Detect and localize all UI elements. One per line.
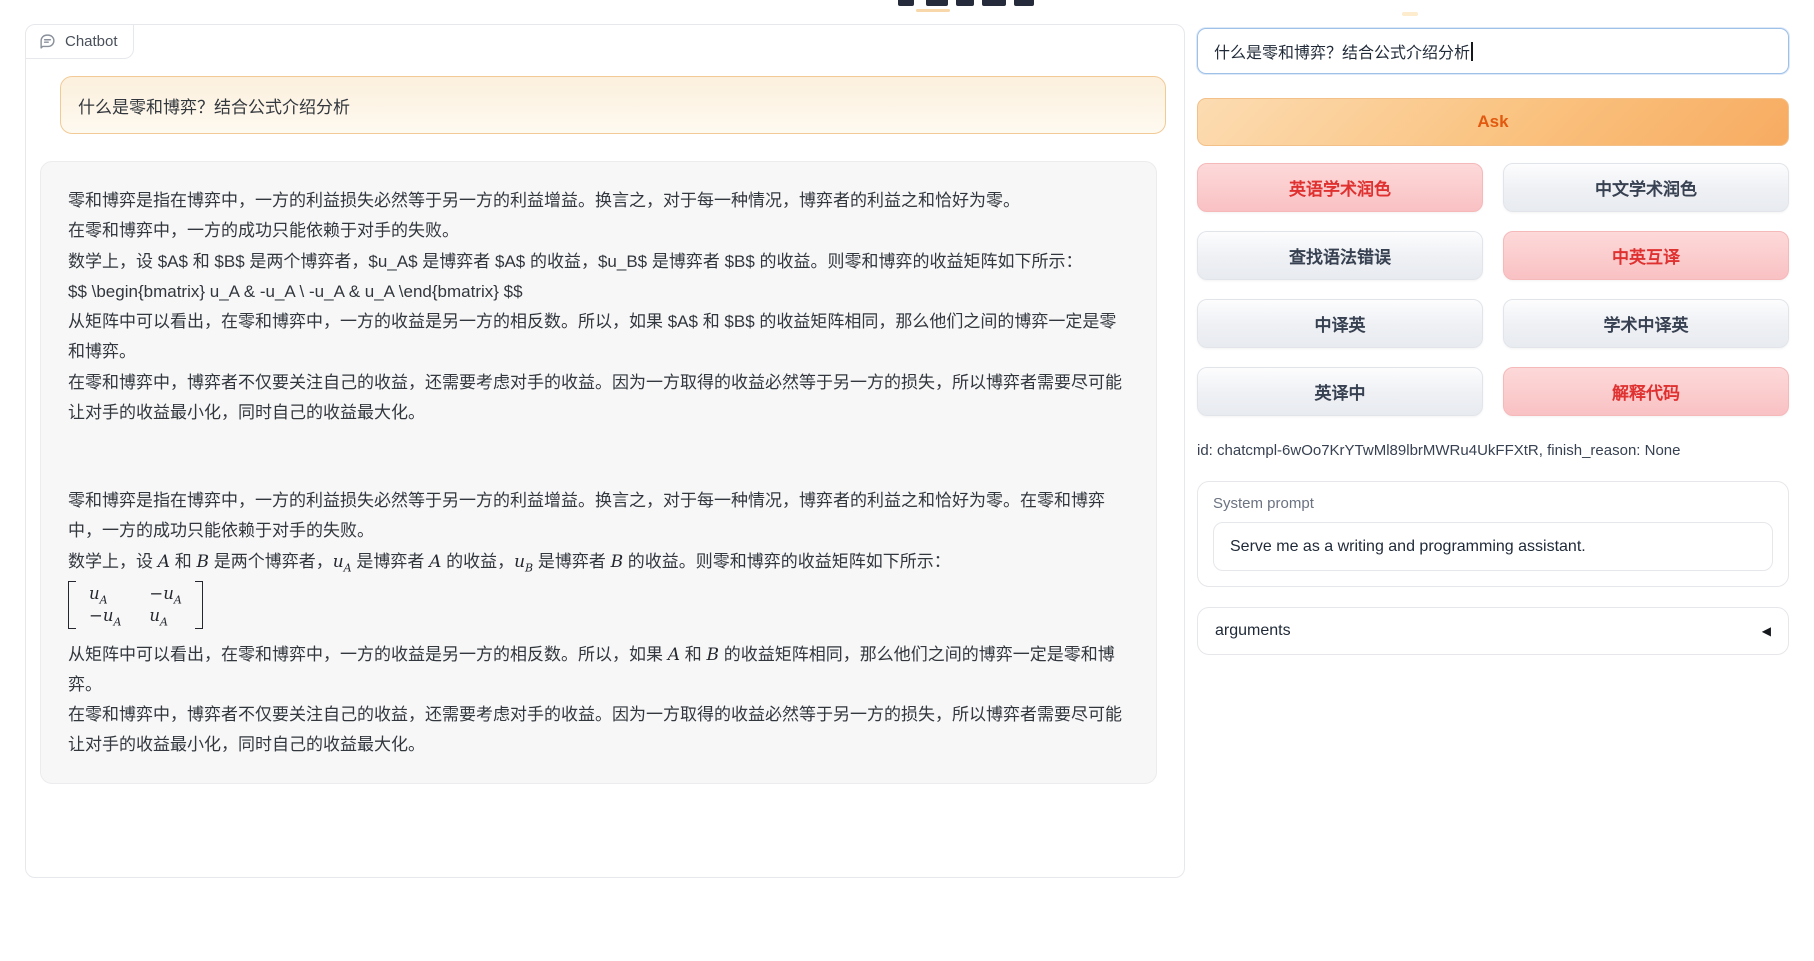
bot-message-bubble: 零和博弈是指在博弈中，一方的利益损失必然等于另一方的利益增益。换言之，对于每一种… bbox=[40, 161, 1157, 784]
completion-id-status: id: chatcmpl-6wOo7KrYTwMl89lbrMWRu4UkFFX… bbox=[1197, 442, 1789, 459]
matrix-cell: uA bbox=[149, 605, 181, 627]
quick-button-chinese-polish[interactable]: 中文学术润色 bbox=[1503, 163, 1789, 212]
title-underline-fragment bbox=[916, 9, 950, 12]
bot-raw-markdown-block: 零和博弈是指在博弈中，一方的利益损失必然等于另一方的利益增益。换言之，对于每一种… bbox=[68, 186, 1129, 428]
control-column: 什么是零和博弈？结合公式介绍分析 Ask 英语学术润色 中文学术润色 查找语法错… bbox=[1197, 28, 1789, 655]
system-prompt-value: Serve me as a writing and programming as… bbox=[1230, 538, 1586, 556]
chatbot-panel-label: Chatbot bbox=[26, 25, 134, 59]
user-message-bubble: 什么是零和博弈？结合公式介绍分析 bbox=[60, 76, 1166, 134]
quick-button-find-grammar-errors[interactable]: 查找语法错误 bbox=[1197, 231, 1483, 280]
quick-button-zh-to-en[interactable]: 中译英 bbox=[1197, 299, 1483, 348]
bot-raw-line: 零和博弈是指在博弈中，一方的利益损失必然等于另一方的利益增益。换言之，对于每一种… bbox=[68, 186, 1129, 216]
bot-rendered-paragraph: 数学上，设 A 和 B 是两个博弈者，uA 是博弈者 A 的收益，uB 是博弈者… bbox=[68, 547, 1129, 577]
question-input[interactable]: 什么是零和博弈？结合公式介绍分析 bbox=[1197, 28, 1789, 74]
ask-button-label: Ask bbox=[1477, 112, 1508, 132]
matrix-cell: −uA bbox=[89, 605, 121, 627]
system-prompt-input[interactable]: Serve me as a writing and programming as… bbox=[1213, 522, 1773, 571]
arguments-accordion[interactable]: arguments ◀ bbox=[1197, 607, 1789, 655]
user-message-text: 什么是零和博弈？结合公式介绍分析 bbox=[78, 93, 350, 118]
bot-rendered-paragraph: 在零和博弈中，博弈者不仅要关注自己的收益，还需要考虑对手的收益。因为一方取得的收… bbox=[68, 700, 1129, 761]
bot-rendered-paragraph: 零和博弈是指在博弈中，一方的利益损失必然等于另一方的利益增益。换言之，对于每一种… bbox=[68, 486, 1129, 547]
clipped-page-title-fragment bbox=[898, 0, 1038, 7]
payoff-matrix: uA−uA−uAuA bbox=[68, 581, 203, 630]
matrix-cell: −uA bbox=[149, 583, 181, 605]
accordion-collapsed-triangle-icon[interactable]: ◀ bbox=[1762, 624, 1771, 638]
chatbot-panel-label-text: Chatbot bbox=[65, 33, 118, 50]
question-input-value: 什么是零和博弈？结合公式介绍分析 bbox=[1214, 39, 1470, 63]
system-prompt-label: System prompt bbox=[1213, 495, 1773, 512]
paragraph-gap bbox=[68, 428, 1129, 486]
chat-bubble-icon bbox=[39, 33, 56, 50]
arguments-accordion-label: arguments bbox=[1215, 622, 1291, 640]
bot-raw-line: 从矩阵中可以看出，在零和博弈中，一方的收益是另一方的相反数。所以，如果 $A$ … bbox=[68, 307, 1129, 368]
bot-raw-line: 在零和博弈中，一方的成功只能依赖于对手的失败。 bbox=[68, 216, 1129, 246]
quick-action-grid: 英语学术润色 中文学术润色 查找语法错误 中英互译 中译英 学术中译英 英译中 … bbox=[1197, 163, 1789, 416]
bot-rendered-math-block: 零和博弈是指在博弈中，一方的利益损失必然等于另一方的利益增益。换言之，对于每一种… bbox=[68, 486, 1129, 761]
quick-button-zh-en-translate[interactable]: 中英互译 bbox=[1503, 231, 1789, 280]
text-caret bbox=[1471, 42, 1473, 61]
bot-raw-line: 数学上，设 $A$ 和 $B$ 是两个博弈者，$u_A$ 是博弈者 $A$ 的收… bbox=[68, 247, 1129, 277]
title-decoration-fragment bbox=[1402, 12, 1418, 16]
quick-button-explain-code[interactable]: 解释代码 bbox=[1503, 367, 1789, 416]
matrix-cell: uA bbox=[89, 583, 121, 605]
quick-button-en-to-zh[interactable]: 英译中 bbox=[1197, 367, 1483, 416]
chatbot-panel: Chatbot 什么是零和博弈？结合公式介绍分析 零和博弈是指在博弈中，一方的利… bbox=[25, 24, 1185, 878]
bot-rendered-paragraph: 从矩阵中可以看出，在零和博弈中，一方的收益是另一方的相反数。所以，如果 A 和 … bbox=[68, 640, 1129, 701]
quick-button-academic-zh-to-en[interactable]: 学术中译英 bbox=[1503, 299, 1789, 348]
quick-button-english-polish[interactable]: 英语学术润色 bbox=[1197, 163, 1483, 212]
bot-raw-line: 在零和博弈中，博弈者不仅要关注自己的收益，还需要考虑对手的收益。因为一方取得的收… bbox=[68, 368, 1129, 429]
bot-raw-latex-line: $$ \begin{bmatrix} u_A & -u_A \ -u_A & u… bbox=[68, 277, 1129, 307]
system-prompt-group: System prompt Serve me as a writing and … bbox=[1197, 481, 1789, 587]
ask-button[interactable]: Ask bbox=[1197, 98, 1789, 146]
